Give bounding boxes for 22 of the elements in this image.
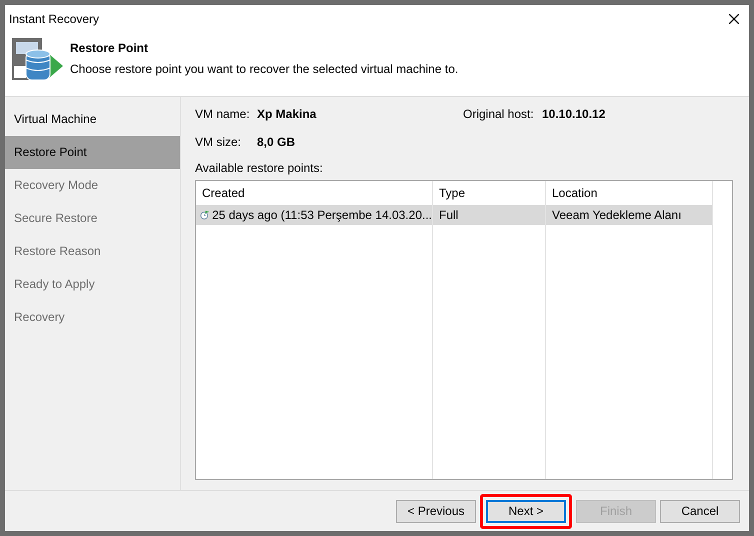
wizard-step[interactable]: Virtual Machine xyxy=(5,103,180,136)
vm-size-value: 8,0 GB xyxy=(257,134,296,151)
vm-name-value: Xp Makina xyxy=(257,106,318,123)
vm-size-label: VM size: xyxy=(195,134,242,151)
wizard-button[interactable]: Next > xyxy=(486,500,566,522)
table-cell[interactable]: 25 days ago (11:53 Perşembe 14.03.20... xyxy=(196,205,432,225)
wizard-button[interactable]: Cancel xyxy=(660,500,740,522)
wizard-step[interactable]: Restore Point xyxy=(5,136,180,169)
window-title: Instant Recovery xyxy=(9,10,100,28)
column-header[interactable]: Created xyxy=(196,181,432,205)
host-value: 10.10.10.12 xyxy=(542,106,606,123)
table-cell[interactable]: Full xyxy=(433,205,545,225)
restore-points-label: Available restore points: xyxy=(195,160,324,177)
table-cell[interactable]: Veeam Yedekleme Alanı xyxy=(546,205,712,225)
wizard-button[interactable]: < Previous xyxy=(396,500,476,522)
page-title: Restore Point xyxy=(70,40,150,57)
column-header[interactable]: Type xyxy=(433,181,545,205)
column-header[interactable]: Location xyxy=(546,181,712,205)
close-icon[interactable] xyxy=(729,14,739,24)
host-label: Original host: xyxy=(463,106,535,123)
vm-name-label: VM name: xyxy=(195,106,251,123)
page-description: Choose restore point you want to recover the selected virtual machine to. xyxy=(70,61,458,78)
